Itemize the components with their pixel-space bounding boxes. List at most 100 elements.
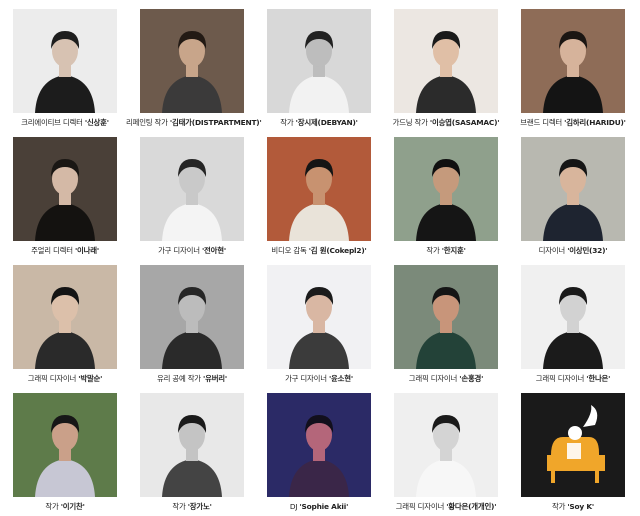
- profile-role: 그래픽 디자이너: [395, 502, 447, 511]
- profile-role: DJ: [289, 502, 300, 511]
- portrait-image: [267, 265, 371, 369]
- profile-caption: 디자이너 '이상민(32)': [507, 246, 639, 255]
- portrait-image: [13, 9, 117, 113]
- portrait-image: [140, 393, 244, 497]
- portrait-image: [521, 265, 625, 369]
- profile-photo: [521, 9, 625, 113]
- profile-photo: [13, 265, 117, 369]
- profile-name: '이승엽(SASAMAC)': [429, 118, 500, 127]
- profile-caption: DJ 'Sophie Akii': [253, 502, 385, 511]
- profile-caption: 가드닝 작가 '이승엽(SASAMAC)': [380, 118, 512, 127]
- profile-photo: [267, 137, 371, 241]
- profile-photo: [521, 137, 625, 241]
- profile-role: 유리 공예 작가: [157, 374, 204, 383]
- profile-caption: 그래픽 디자이너 '박말순': [0, 374, 131, 383]
- profile-name: '이상민(32)': [567, 246, 608, 255]
- profile-role: 리페인팅 작가: [126, 118, 170, 127]
- profile-photo: [13, 9, 117, 113]
- profile-role: 가구 디자이너: [285, 374, 329, 383]
- profile-role: 그래픽 디자이너: [408, 374, 460, 383]
- portrait-image: [394, 393, 498, 497]
- portrait-image: [140, 265, 244, 369]
- profile-name: '유버리': [203, 374, 227, 383]
- profile-caption: 리페인팅 작가 '김태가(DISTPARTMENT)': [126, 118, 262, 127]
- profile-name: '이나래': [74, 246, 99, 255]
- profile-caption: 주얼리 디렉터 '이나래': [0, 246, 131, 255]
- profile-photo: [521, 265, 625, 369]
- profile-photo: [140, 137, 244, 241]
- profile-photo: [267, 393, 371, 497]
- profile-name: '김태가(DISTPARTMENT)': [169, 118, 262, 127]
- profile-photo: [140, 393, 244, 497]
- profile-name: '장시제(DEBYAN)': [295, 118, 358, 127]
- profile-photo: [394, 9, 498, 113]
- profile-name: '김하리(HARIDU)': [564, 118, 626, 127]
- profile-role: 가구 디자이너: [158, 246, 202, 255]
- profile-role: 작가: [426, 246, 442, 255]
- portrait-image: [521, 137, 625, 241]
- portrait-image: [394, 9, 498, 113]
- portrait-image: [394, 265, 498, 369]
- profile-photo: [140, 9, 244, 113]
- profile-name: '윤소현': [328, 374, 353, 383]
- profile-name: '한지훈': [441, 246, 466, 255]
- profile-role: 브랜드 디렉터: [520, 118, 565, 127]
- profile-caption: 가구 디자이너 '전아현': [126, 246, 258, 255]
- profile-caption: 작가 '장시제(DEBYAN)': [253, 118, 385, 127]
- profile-photo: [140, 265, 244, 369]
- profile-name: '황다은(개개인)': [446, 502, 497, 511]
- profile-photo: [13, 137, 117, 241]
- profile-name: '박말순': [78, 374, 103, 383]
- profile-role: 주얼리 디렉터: [31, 246, 75, 255]
- profile-role: 작가: [280, 118, 296, 127]
- portrait-image: [13, 393, 117, 497]
- profile-role: 작가: [551, 502, 568, 511]
- portrait-image: [267, 137, 371, 241]
- profile-role: 비디오 감독: [271, 246, 309, 255]
- profile-name: '신상훈': [84, 118, 109, 127]
- profile-role: 크리에이티브 디렉터: [21, 118, 85, 127]
- profile-name: '한나은': [586, 374, 611, 383]
- profile-name: '장가노': [187, 502, 212, 511]
- portrait-image: [267, 393, 371, 497]
- profile-caption: 작가 '한지훈': [380, 246, 512, 255]
- profile-photo: [521, 393, 625, 497]
- profile-photo: [394, 265, 498, 369]
- profile-role: 가드닝 작가: [392, 118, 430, 127]
- profile-caption: 크리에이티브 디렉터 '신상훈': [0, 118, 131, 127]
- profile-caption: 작가 '장가노': [126, 502, 258, 511]
- profile-name: '손홍경': [459, 374, 484, 383]
- profile-photo: [267, 265, 371, 369]
- profile-name: '전아현': [201, 246, 226, 255]
- profile-caption: 그래픽 디자이너 '손홍경': [380, 374, 512, 383]
- profile-name: 'Sophie Akii': [299, 502, 349, 511]
- profile-caption: 그래픽 디자이너 '한나은': [507, 374, 639, 383]
- portrait-image: [521, 9, 625, 113]
- profile-photo: [13, 393, 117, 497]
- profile-caption: 가구 디자이너 '윤소현': [253, 374, 385, 383]
- portrait-image: [394, 137, 498, 241]
- profile-photo: [394, 393, 498, 497]
- portrait-image: [267, 9, 371, 113]
- profile-caption: 브랜드 디렉터 '김하리(HARIDU)': [507, 118, 639, 127]
- profile-name: '이기찬': [60, 502, 85, 511]
- profile-caption: 작가 '이기찬': [0, 502, 131, 511]
- portrait-image: [13, 265, 117, 369]
- portrait-image: [140, 9, 244, 113]
- profile-name: 'Soy K': [567, 502, 594, 511]
- profile-role: 그래픽 디자이너: [535, 374, 587, 383]
- profile-role: 작가: [45, 502, 61, 511]
- portrait-image: [140, 137, 244, 241]
- profile-caption: 비디오 감독 '김 원(Cokepl2)': [253, 246, 385, 255]
- profile-role: 그래픽 디자이너: [27, 374, 79, 383]
- profile-photo: [394, 137, 498, 241]
- profile-grid: 크리에이티브 디렉터 '신상훈' 리페인팅 작가 '김태가(DISTPARTMEN…: [0, 0, 640, 516]
- profile-name: '김 원(Cokepl2)': [308, 246, 367, 255]
- portrait-image: [521, 393, 625, 497]
- profile-caption: 그래픽 디자이너 '황다은(개개인)': [380, 502, 512, 511]
- profile-photo: [267, 9, 371, 113]
- profile-role: 작가: [172, 502, 188, 511]
- profile-role: 디자이너: [538, 246, 568, 255]
- portrait-image: [13, 137, 117, 241]
- profile-caption: 유리 공예 작가 '유버리': [126, 374, 258, 383]
